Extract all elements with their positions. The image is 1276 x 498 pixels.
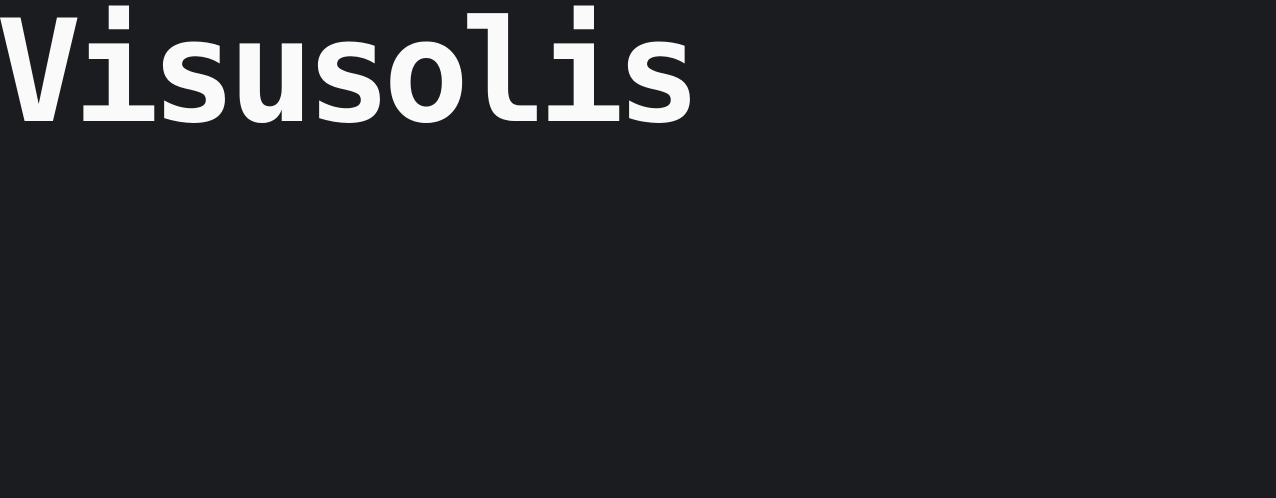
page-canvas: Visusolis [0, 0, 1276, 498]
app-title: Visusolis [0, 0, 701, 155]
